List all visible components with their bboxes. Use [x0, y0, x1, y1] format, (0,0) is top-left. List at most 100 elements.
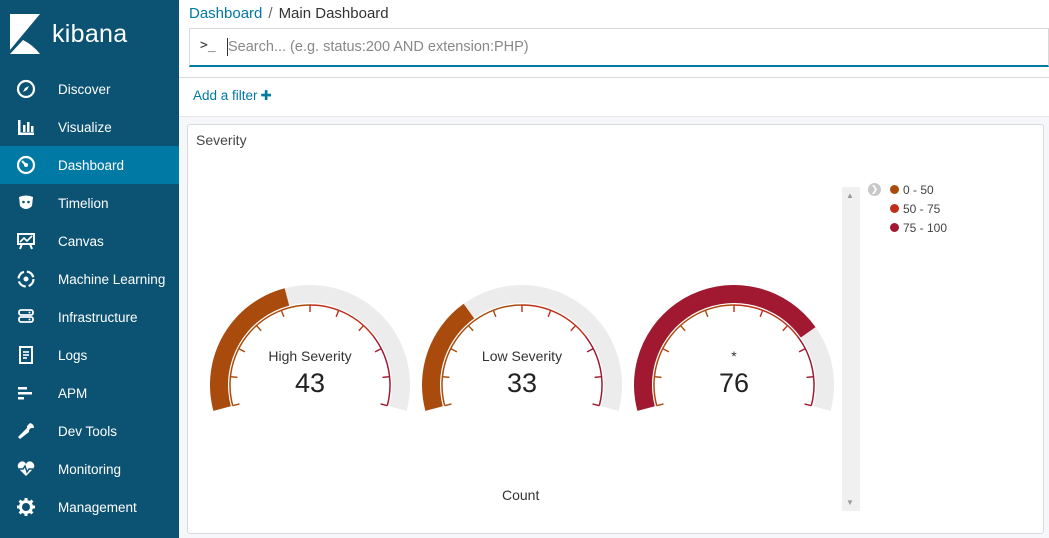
legend-item[interactable]: 75 - 100 — [890, 218, 970, 237]
gauge-tick — [467, 325, 474, 332]
sidebar-item-label: Visualize — [58, 119, 112, 135]
gauge-tick — [654, 375, 662, 379]
query-bar[interactable]: >_ — [189, 28, 1049, 67]
sidebar-item-dev-tools[interactable]: Dev Tools — [0, 412, 179, 450]
search-input[interactable] — [228, 35, 1028, 59]
timelion-icon — [16, 193, 36, 213]
kibana-logo-icon — [10, 14, 40, 54]
legend-color-dot — [890, 223, 899, 232]
wrench-icon — [16, 421, 36, 441]
gauge-label: * — [731, 348, 737, 364]
sidebar-item-label: Infrastructure — [58, 309, 138, 325]
gauge-tick — [804, 403, 812, 407]
gauge-tick — [759, 310, 764, 318]
sidebar-item-label: Monitoring — [58, 461, 122, 477]
sidebar-item-label: Dev Tools — [58, 423, 118, 439]
gauge-label: High Severity — [268, 348, 351, 364]
breadcrumb-dashboard-link[interactable]: Dashboard — [189, 5, 262, 22]
gauge-tick — [662, 348, 670, 353]
add-filter-button[interactable]: Add a filter ✚ — [193, 88, 272, 104]
bar-chart-icon — [16, 117, 36, 137]
sidebar-nav: Discover Visualize Dashboard Timelion Canvas… — [0, 70, 179, 526]
compass-icon — [16, 79, 36, 99]
dashboard-icon — [16, 155, 36, 175]
sidebar: kibana Discover Visualize Dashboard Timelio… — [0, 0, 179, 538]
sidebar-item-monitoring[interactable]: Monitoring — [0, 450, 179, 488]
gauge-tick — [358, 325, 365, 332]
sidebar-item-label: Discover — [58, 81, 111, 97]
gauge[interactable]: * 76 — [634, 285, 834, 411]
scroll-down-arrow-icon[interactable]: ▼ — [846, 498, 854, 507]
sidebar-item-infrastructure[interactable]: Infrastructure — [0, 298, 179, 336]
legend-item[interactable]: 50 - 75 — [890, 199, 970, 218]
sidebar-item-timelion[interactable]: Timelion — [0, 184, 179, 222]
gauge-tick — [335, 310, 340, 318]
sidebar-item-label: Canvas — [58, 233, 104, 249]
gauge-tick — [492, 310, 497, 318]
sidebar-item-label: Management — [58, 499, 137, 515]
query-prompt-icon: >_ — [200, 38, 216, 53]
canvas-icon — [16, 231, 36, 251]
sidebar-item-machine-learning[interactable]: Machine Learning — [0, 260, 179, 298]
gauge[interactable]: Low Severity 33 — [422, 285, 622, 411]
gauge-tick — [586, 348, 594, 353]
legend-item-label: 0 - 50 — [903, 182, 934, 197]
gauge-tick — [704, 310, 709, 318]
top-bar: Dashboard / Main Dashboard >_ — [179, 0, 1049, 77]
gauge-tick — [679, 325, 686, 332]
sidebar-item-dashboard[interactable]: Dashboard — [0, 146, 179, 184]
sidebar-item-visualize[interactable]: Visualize — [0, 108, 179, 146]
gauge-value: 76 — [719, 368, 749, 398]
gauge-chart: High Severity 43 Low Severity 33 * 76 — [210, 285, 834, 411]
kibana-logo[interactable]: kibana — [10, 12, 127, 56]
legend-item-label: 50 - 75 — [903, 201, 941, 216]
gauge-tick — [442, 375, 450, 379]
gear-icon — [16, 497, 36, 517]
sidebar-item-label: Dashboard — [58, 157, 125, 173]
gauge-tick — [798, 348, 806, 353]
legend-scrollbar[interactable]: ▲ ▼ — [842, 187, 860, 511]
gauge-tick — [280, 310, 285, 318]
filter-bar: Add a filter ✚ — [179, 77, 1049, 117]
severity-panel: Severity High Severity 43 Low Severity 33 * 7… — [187, 124, 1044, 534]
gauge-label: Low Severity — [482, 348, 562, 364]
infrastructure-icon — [16, 307, 36, 327]
sidebar-item-management[interactable]: Management — [0, 488, 179, 526]
add-filter-label: Add a filter — [193, 88, 258, 103]
gauge-tick — [374, 348, 382, 353]
app-name: kibana — [52, 19, 128, 48]
gauge-tick — [656, 403, 664, 407]
breadcrumb: Dashboard / Main Dashboard — [189, 5, 389, 22]
logs-icon — [16, 345, 36, 365]
gauge-tick — [450, 348, 458, 353]
heartbeat-icon — [16, 459, 36, 479]
plus-icon: ✚ — [260, 88, 272, 103]
scroll-up-arrow-icon[interactable]: ▲ — [846, 191, 854, 200]
sidebar-item-discover[interactable]: Discover — [0, 70, 179, 108]
machine-learning-icon — [16, 269, 36, 289]
gauge-tick — [380, 403, 388, 407]
sidebar-item-logs[interactable]: Logs — [0, 336, 179, 374]
gauge-tick — [592, 403, 600, 407]
gauge-value: 33 — [507, 368, 537, 398]
sidebar-item-apm[interactable]: APM — [0, 374, 179, 412]
legend-item-label: 75 - 100 — [903, 220, 948, 235]
legend-list: 0 - 50 50 - 75 75 - 100 — [890, 180, 970, 237]
sidebar-item-canvas[interactable]: Canvas — [0, 222, 179, 260]
gauge-tick — [255, 325, 262, 332]
legend-color-dot — [890, 185, 899, 194]
sidebar-item-label: Machine Learning — [58, 271, 166, 287]
gauge-axis-label: Count — [502, 487, 540, 503]
gauge-value-arc — [422, 303, 475, 411]
breadcrumb-separator: / — [268, 5, 273, 22]
gauge-tick — [547, 310, 552, 318]
gauge-tick — [444, 403, 452, 407]
legend-item[interactable]: 0 - 50 — [890, 180, 970, 199]
gauge-tick — [230, 375, 238, 379]
gauge-tick — [232, 403, 240, 407]
gauge-tick — [806, 375, 814, 379]
legend-toggle-icon[interactable]: ❯ — [868, 183, 881, 196]
sidebar-item-label: APM — [58, 385, 88, 401]
gauge[interactable]: High Severity 43 — [210, 285, 410, 411]
breadcrumb-current: Main Dashboard — [278, 5, 389, 22]
